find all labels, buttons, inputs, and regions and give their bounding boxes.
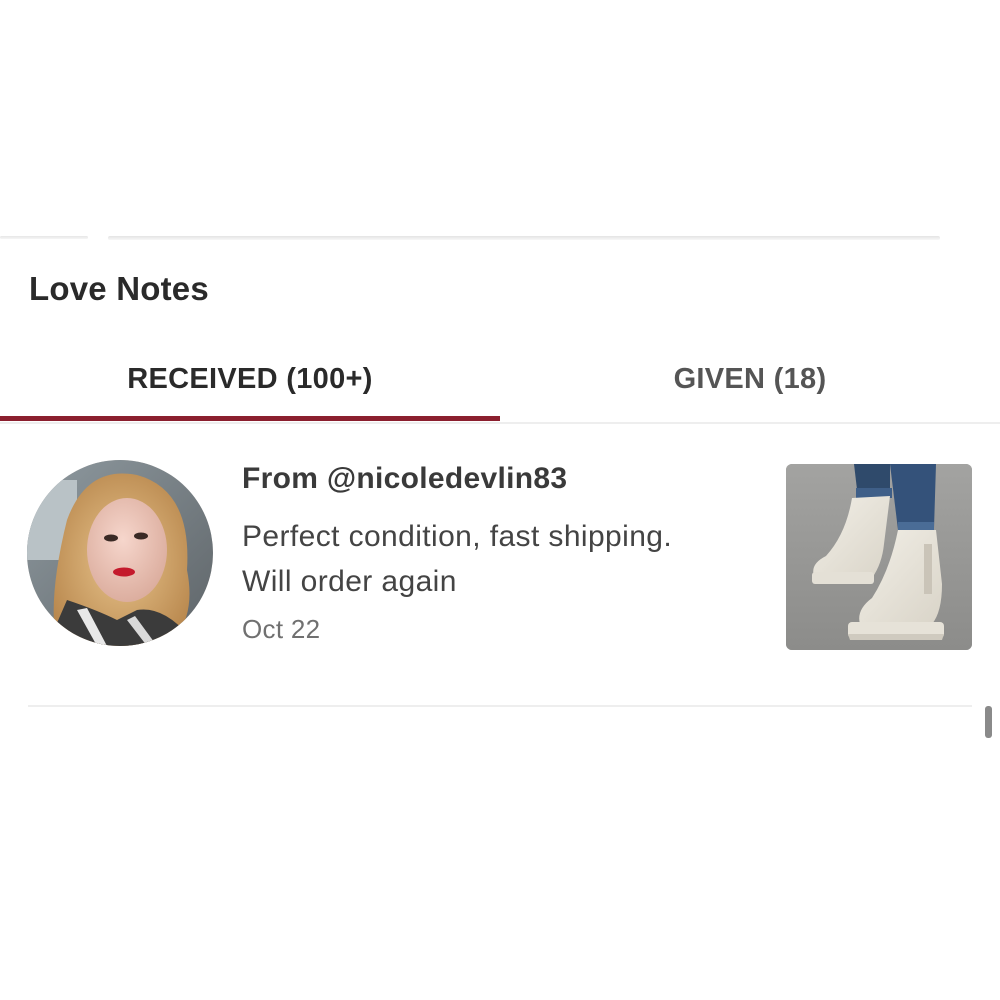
note-date: Oct 22	[242, 614, 321, 644]
avatar[interactable]	[27, 460, 213, 646]
boots-photo	[786, 464, 972, 650]
top-divider	[108, 236, 940, 240]
tab-received[interactable]: RECEIVED (100+)	[0, 340, 500, 418]
active-tab-indicator	[0, 416, 500, 421]
note-message: Perfect condition, fast shipping. Will o…	[242, 514, 762, 604]
avatar-photo	[27, 460, 213, 646]
note-message-line: Will order again	[242, 565, 457, 598]
tab-given[interactable]: GIVEN (18)	[500, 340, 1000, 418]
listing-thumbnail[interactable]	[786, 464, 972, 650]
list-divider	[28, 705, 972, 707]
note-sender[interactable]: From @nicoledevlin83	[242, 462, 567, 496]
top-divider	[0, 236, 88, 239]
note-message-line: Perfect condition, fast shipping.	[242, 520, 673, 553]
scrollbar[interactable]	[985, 706, 992, 738]
love-notes-page: Love Notes RECEIVED (100+) GIVEN (18) Fr…	[0, 0, 1000, 1000]
love-note-item[interactable]: From @nicoledevlin83 Perfect condition, …	[0, 440, 1000, 700]
section-title: Love Notes	[29, 270, 209, 307]
love-notes-tabs: RECEIVED (100+) GIVEN (18)	[0, 340, 1000, 424]
